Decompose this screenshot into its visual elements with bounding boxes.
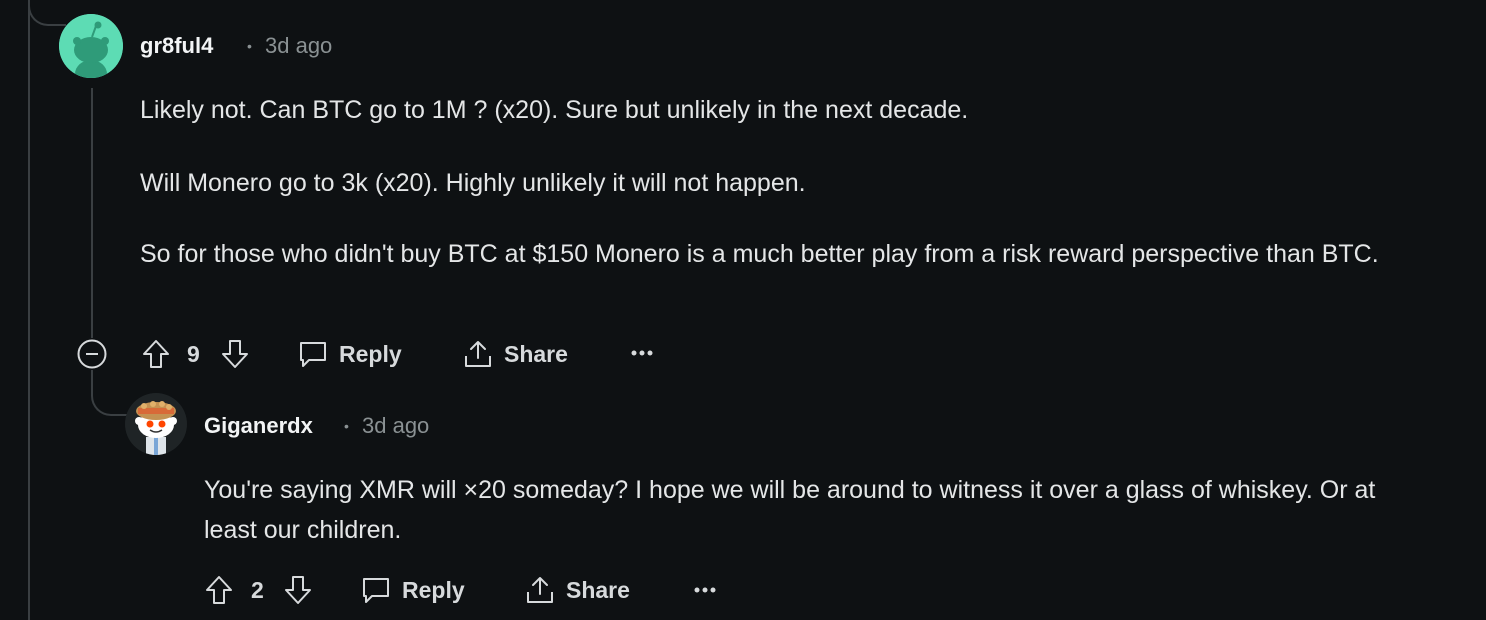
collapse-minus-icon — [77, 339, 107, 369]
snoo-avatar-icon — [125, 393, 187, 455]
speech-bubble-icon — [360, 574, 392, 606]
thread-connector-top — [28, 0, 66, 26]
more-options-button[interactable] — [630, 346, 654, 365]
avatar[interactable] — [59, 14, 123, 78]
meta-separator: • — [344, 418, 349, 434]
comment-body-paragraph: Likely not. Can BTC go to 1M ? (x20). Su… — [140, 96, 969, 124]
avatar[interactable] — [125, 393, 187, 455]
downvote-arrow-icon[interactable] — [283, 574, 313, 606]
reply-label: Reply — [402, 576, 465, 603]
reply-label: Reply — [339, 340, 402, 367]
thread-line-comment-1[interactable] — [91, 88, 93, 338]
comment-author[interactable]: Giganerdx — [204, 413, 313, 439]
ellipsis-icon — [694, 587, 716, 593]
share-button[interactable]: Share — [462, 338, 568, 370]
collapse-button[interactable] — [77, 339, 107, 369]
speech-bubble-icon — [297, 338, 329, 370]
comment-thread: gr8ful4 • 3d ago Likely not. Can BTC go … — [0, 0, 1486, 620]
downvote-arrow-icon[interactable] — [220, 338, 250, 370]
share-label: Share — [504, 340, 568, 367]
share-upload-icon — [462, 338, 494, 370]
comment-body-paragraph: You're saying XMR will ×20 someday? I ho… — [204, 476, 1376, 544]
ellipsis-icon — [631, 350, 653, 356]
share-label: Share — [566, 576, 630, 603]
upvote-arrow-icon[interactable] — [141, 338, 171, 370]
reply-button[interactable]: Reply — [360, 574, 465, 606]
comment-body-paragraph: So for those who didn't buy BTC at $150 … — [140, 240, 1379, 268]
comment-timestamp[interactable]: 3d ago — [265, 33, 332, 59]
share-upload-icon — [524, 574, 556, 606]
more-options-button[interactable] — [693, 583, 717, 602]
meta-separator: • — [247, 38, 252, 54]
comment-author[interactable]: gr8ful4 — [140, 33, 213, 59]
upvote-arrow-icon[interactable] — [204, 574, 234, 606]
reply-button[interactable]: Reply — [297, 338, 402, 370]
comment-timestamp[interactable]: 3d ago — [362, 413, 429, 439]
comment-body-paragraph: Will Monero go to 3k (x20). Highly unlik… — [140, 169, 806, 197]
share-button[interactable]: Share — [524, 574, 630, 606]
vote-score: 9 — [187, 341, 200, 367]
snoo-avatar-icon — [59, 14, 123, 78]
thread-connector-reply — [91, 370, 129, 416]
vote-score: 2 — [251, 577, 264, 603]
thread-line-outer — [28, 0, 30, 620]
